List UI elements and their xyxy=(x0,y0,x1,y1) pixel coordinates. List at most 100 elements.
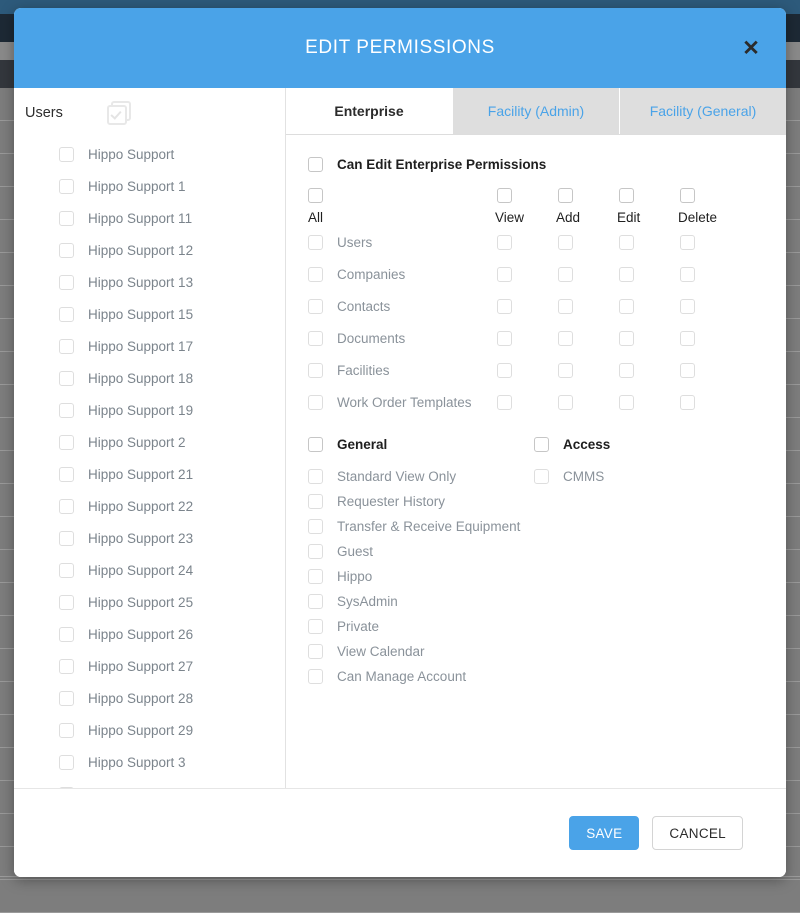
select-all-add-checkbox[interactable] xyxy=(558,188,573,203)
select-all-permissions-checkbox[interactable] xyxy=(308,188,323,203)
select-all-delete-checkbox[interactable] xyxy=(680,188,695,203)
user-checkbox[interactable] xyxy=(59,691,74,706)
general-item[interactable]: Standard View Only xyxy=(308,464,534,489)
user-list-item[interactable]: Hippo Support 12 xyxy=(59,234,285,266)
permission-row-name-cell[interactable]: Work Order Templates xyxy=(308,395,488,411)
general-item-checkbox[interactable] xyxy=(308,494,323,509)
user-checkbox[interactable] xyxy=(59,243,74,258)
select-all-edit-checkbox[interactable] xyxy=(619,188,634,203)
tab-enterprise[interactable]: Enterprise xyxy=(286,88,453,134)
permission-row-name-cell[interactable]: Users xyxy=(308,235,488,251)
permission-edit-checkbox[interactable] xyxy=(619,267,634,282)
general-header-row[interactable]: General xyxy=(308,437,534,452)
user-checkbox[interactable] xyxy=(59,467,74,482)
user-checkbox[interactable] xyxy=(59,147,74,162)
user-checkbox[interactable] xyxy=(59,531,74,546)
user-list-item[interactable]: Hippo Support 1 xyxy=(59,170,285,202)
user-list-item[interactable]: Hippo Support 11 xyxy=(59,202,285,234)
permission-all-checkbox[interactable] xyxy=(308,395,323,410)
user-checkbox[interactable] xyxy=(59,659,74,674)
general-item[interactable]: Can Manage Account xyxy=(308,664,534,689)
permission-add-checkbox[interactable] xyxy=(558,363,573,378)
user-checkbox[interactable] xyxy=(59,435,74,450)
permission-edit-checkbox[interactable] xyxy=(619,299,634,314)
user-list-item[interactable]: Hippo Support 17 xyxy=(59,330,285,362)
permission-delete-checkbox[interactable] xyxy=(680,395,695,410)
general-item-checkbox[interactable] xyxy=(308,519,323,534)
access-item[interactable]: CMMS xyxy=(534,464,610,489)
permission-delete-checkbox[interactable] xyxy=(680,363,695,378)
permission-row-name-cell[interactable]: Contacts xyxy=(308,299,488,315)
permission-delete-checkbox[interactable] xyxy=(680,267,695,282)
permission-delete-checkbox[interactable] xyxy=(680,299,695,314)
user-checkbox[interactable] xyxy=(59,627,74,642)
user-list-item[interactable]: Hippo Support 24 xyxy=(59,554,285,586)
user-list-item[interactable]: Hippo Support 19 xyxy=(59,394,285,426)
user-list-item[interactable]: Hippo Support 23 xyxy=(59,522,285,554)
permission-row-name-cell[interactable]: Facilities xyxy=(308,363,488,379)
access-header-row[interactable]: Access xyxy=(534,437,610,452)
user-checkbox[interactable] xyxy=(59,403,74,418)
select-all-view-checkbox[interactable] xyxy=(497,188,512,203)
user-checkbox[interactable] xyxy=(59,339,74,354)
general-item-checkbox[interactable] xyxy=(308,569,323,584)
user-list-item[interactable]: Hippo Support 13 xyxy=(59,266,285,298)
access-header-checkbox[interactable] xyxy=(534,437,549,452)
user-checkbox[interactable] xyxy=(59,275,74,290)
permission-row-name-cell[interactable]: Documents xyxy=(308,331,488,347)
user-checkbox[interactable] xyxy=(59,499,74,514)
cancel-button[interactable]: CANCEL xyxy=(652,816,743,850)
permission-view-checkbox[interactable] xyxy=(497,235,512,250)
general-item[interactable]: SysAdmin xyxy=(308,589,534,614)
user-list-item[interactable]: Hippo Support 25 xyxy=(59,586,285,618)
tab-facility-general[interactable]: Facility (General) xyxy=(620,88,786,134)
user-list-item[interactable]: Hippo Support 15 xyxy=(59,298,285,330)
user-checkbox[interactable] xyxy=(59,755,74,770)
permission-add-checkbox[interactable] xyxy=(558,299,573,314)
general-item[interactable]: Private xyxy=(308,614,534,639)
permission-view-checkbox[interactable] xyxy=(497,267,512,282)
user-checkbox[interactable] xyxy=(59,211,74,226)
select-all-checkbox-icon[interactable] xyxy=(107,101,131,125)
general-item-checkbox[interactable] xyxy=(308,669,323,684)
general-item[interactable]: Guest xyxy=(308,539,534,564)
general-item[interactable]: View Calendar xyxy=(308,639,534,664)
permission-view-checkbox[interactable] xyxy=(497,299,512,314)
user-checkbox[interactable] xyxy=(59,179,74,194)
permission-edit-checkbox[interactable] xyxy=(619,363,634,378)
general-item[interactable]: Transfer & Receive Equipment xyxy=(308,514,534,539)
permission-all-checkbox[interactable] xyxy=(308,331,323,346)
user-list-item[interactable]: Hippo Support 22 xyxy=(59,490,285,522)
general-header-checkbox[interactable] xyxy=(308,437,323,452)
permission-all-checkbox[interactable] xyxy=(308,299,323,314)
save-button[interactable]: SAVE xyxy=(569,816,639,850)
user-list-item[interactable]: Hippo Support 18 xyxy=(59,362,285,394)
can-edit-enterprise-permissions-row[interactable]: Can Edit Enterprise Permissions xyxy=(308,157,786,172)
user-list-item[interactable]: Hippo Support 3 xyxy=(59,746,285,778)
user-list-item[interactable]: Hippo Support 27 xyxy=(59,650,285,682)
general-item-checkbox[interactable] xyxy=(308,644,323,659)
permission-all-checkbox[interactable] xyxy=(308,235,323,250)
general-item[interactable]: Hippo xyxy=(308,564,534,589)
permission-all-checkbox[interactable] xyxy=(308,363,323,378)
user-list-item[interactable]: Hippo Support 28 xyxy=(59,682,285,714)
permission-delete-checkbox[interactable] xyxy=(680,331,695,346)
user-checkbox[interactable] xyxy=(59,723,74,738)
permission-delete-checkbox[interactable] xyxy=(680,235,695,250)
general-item-checkbox[interactable] xyxy=(308,594,323,609)
general-item-checkbox[interactable] xyxy=(308,619,323,634)
user-checkbox[interactable] xyxy=(59,371,74,386)
user-list[interactable]: Hippo SupportHippo Support 1Hippo Suppor… xyxy=(14,138,285,788)
general-item-checkbox[interactable] xyxy=(308,469,323,484)
permission-edit-checkbox[interactable] xyxy=(619,235,634,250)
user-list-item[interactable]: Hippo Support xyxy=(59,138,285,170)
permission-add-checkbox[interactable] xyxy=(558,267,573,282)
user-list-item-partial[interactable] xyxy=(59,778,285,788)
user-checkbox[interactable] xyxy=(59,563,74,578)
user-list-item[interactable]: Hippo Support 21 xyxy=(59,458,285,490)
user-list-item[interactable]: Hippo Support 26 xyxy=(59,618,285,650)
general-item[interactable]: Requester History xyxy=(308,489,534,514)
user-checkbox[interactable] xyxy=(59,595,74,610)
permission-view-checkbox[interactable] xyxy=(497,363,512,378)
user-list-item[interactable]: Hippo Support 29 xyxy=(59,714,285,746)
